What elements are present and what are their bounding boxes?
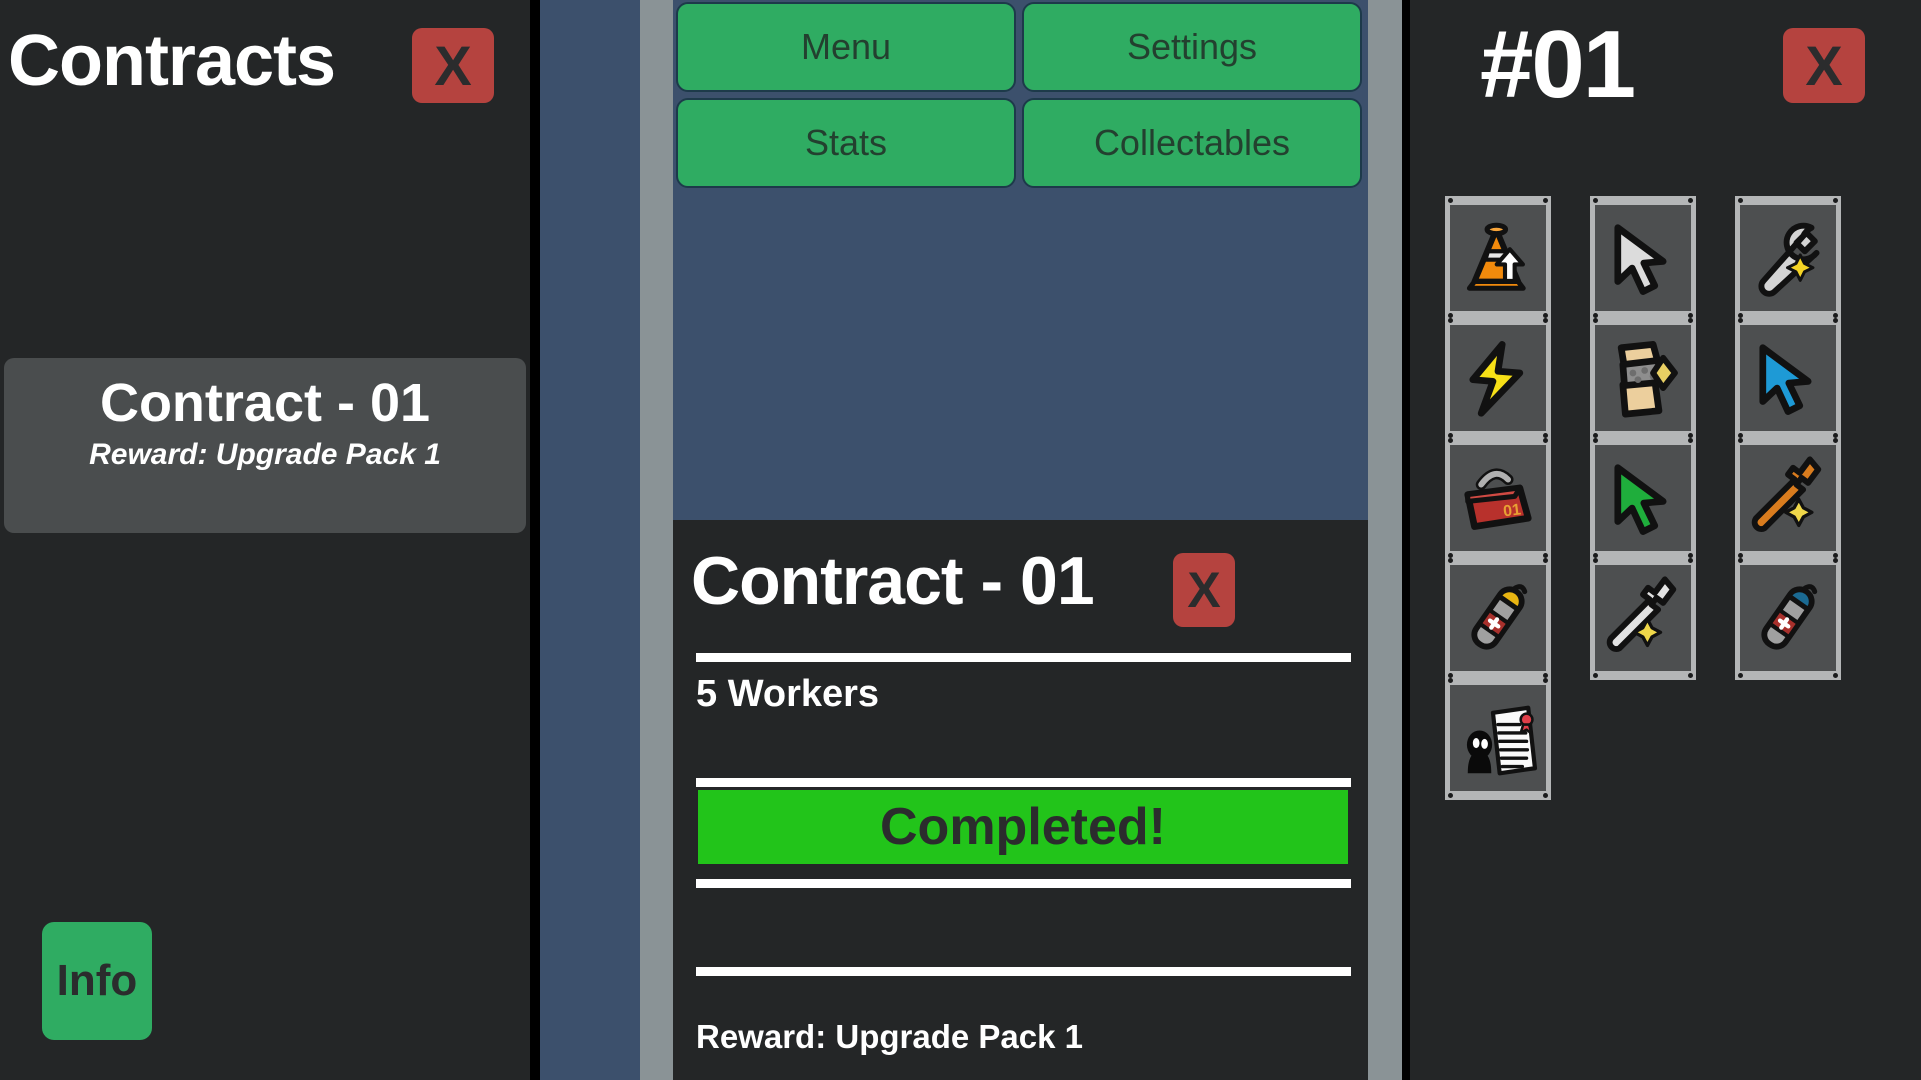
lightning-bolt-icon xyxy=(1450,325,1546,431)
divider xyxy=(696,778,1351,787)
list-item[interactable]: Contract - 01 Reward: Upgrade Pack 1 xyxy=(4,358,526,533)
inventory-slot[interactable] xyxy=(1735,436,1841,560)
inventory-slot[interactable] xyxy=(1735,196,1841,320)
page-title: Contracts xyxy=(8,21,336,101)
orange-wrench-sparkle-icon xyxy=(1740,445,1836,551)
svg-text:01: 01 xyxy=(1502,501,1522,520)
contracts-panel-header: Contracts X xyxy=(0,0,530,132)
menu-button[interactable]: Menu xyxy=(676,2,1016,92)
inventory-slot[interactable] xyxy=(1735,556,1841,680)
left-gutter xyxy=(640,0,673,1080)
inventory-title: #01 xyxy=(1480,11,1636,118)
gravel-bag-icon xyxy=(1595,325,1691,431)
inventory-slot[interactable] xyxy=(1735,316,1841,440)
inventory-slot[interactable] xyxy=(1445,556,1551,680)
inventory-slot[interactable] xyxy=(1590,436,1696,560)
close-contracts-button[interactable]: X xyxy=(412,28,494,103)
contract-card-title: Contract - 01 xyxy=(99,373,431,433)
collectables-button[interactable]: Collectables xyxy=(1022,98,1362,188)
inventory-slot-grid: 01 xyxy=(1445,196,1858,805)
inventory-slot[interactable]: 01 xyxy=(1445,436,1551,560)
inventory-slot[interactable] xyxy=(1590,196,1696,320)
inventory-slot[interactable] xyxy=(1590,316,1696,440)
divider xyxy=(696,967,1351,976)
contract-card-reward: Reward: Upgrade Pack 1 xyxy=(89,438,441,471)
divider xyxy=(696,653,1351,662)
contracts-panel: Contracts X Contract - 01 Reward: Upgrad… xyxy=(0,0,530,1080)
inventory-slot[interactable] xyxy=(1445,676,1551,800)
inventory-panel: #01 X 01 xyxy=(1410,0,1921,1080)
traffic-cone-upgrade-icon xyxy=(1450,205,1546,311)
settings-button[interactable]: Settings xyxy=(1022,2,1362,92)
info-button[interactable]: Info xyxy=(42,922,152,1040)
inventory-slot[interactable] xyxy=(1590,556,1696,680)
close-dialog-button[interactable]: X xyxy=(1173,553,1235,627)
silver-wrench-sparkle-icon xyxy=(1595,565,1691,671)
close-inventory-button[interactable]: X xyxy=(1783,28,1865,103)
red-toolbox-icon: 01 xyxy=(1450,445,1546,551)
inventory-slot[interactable] xyxy=(1445,196,1551,320)
status-badge: Completed! xyxy=(880,798,1166,856)
contract-document-icon xyxy=(1450,685,1546,791)
divider xyxy=(696,879,1351,888)
game-viewport: Menu Settings Stats Collectables Contrac… xyxy=(540,0,1402,1080)
blue-cursor-icon xyxy=(1740,325,1836,431)
contract-detail-dialog: Contract - 01 X 5 Workers Completed! Rew… xyxy=(673,520,1368,1080)
green-cursor-icon xyxy=(1595,445,1691,551)
stats-button[interactable]: Stats xyxy=(676,98,1016,188)
yellow-fire-extinguisher-icon xyxy=(1450,565,1546,671)
app-root: Contracts X Contract - 01 Reward: Upgrad… xyxy=(0,0,1921,1080)
dialog-reward-text: Reward: Upgrade Pack 1 xyxy=(696,1018,1083,1055)
dialog-title: Contract - 01 xyxy=(691,543,1095,619)
blue-fire-extinguisher-icon xyxy=(1740,565,1836,671)
inventory-slot[interactable] xyxy=(1445,316,1551,440)
workers-requirement: 5 Workers xyxy=(696,673,880,715)
viewport-right-border xyxy=(1368,0,1402,1080)
white-cursor-icon xyxy=(1595,205,1691,311)
progress-bar: Completed! xyxy=(698,790,1348,864)
wrench-sparkle-icon xyxy=(1740,205,1836,311)
